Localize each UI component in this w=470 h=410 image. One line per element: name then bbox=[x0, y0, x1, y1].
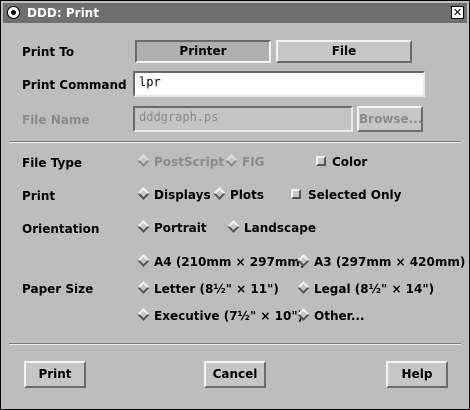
plots-radio-icon[interactable] bbox=[213, 187, 226, 200]
a4-label[interactable]: A4 (210mm × 297mm) bbox=[154, 255, 305, 269]
displays-radio-icon[interactable] bbox=[137, 187, 150, 200]
file-type-label: File Type bbox=[22, 156, 83, 170]
help-button[interactable]: Help bbox=[386, 361, 448, 388]
postscript-radio-icon[interactable] bbox=[137, 154, 150, 167]
letter-label[interactable]: Letter (8½" × 11") bbox=[154, 282, 279, 296]
orientation-label: Orientation bbox=[22, 222, 100, 236]
window-menu-icon[interactable] bbox=[7, 6, 20, 19]
print-button[interactable]: Print bbox=[24, 361, 86, 388]
landscape-radio-icon[interactable] bbox=[227, 220, 240, 233]
title-bar[interactable]: DDD: Print ✕ bbox=[3, 3, 467, 23]
printer-button[interactable]: Printer bbox=[135, 40, 271, 63]
print-to-label: Print To bbox=[22, 45, 75, 59]
postscript-label[interactable]: PostScript bbox=[154, 155, 224, 169]
browse-button[interactable]: Browse... bbox=[357, 106, 423, 132]
color-checkbox[interactable] bbox=[316, 156, 326, 166]
executive-label[interactable]: Executive (7½" × 10") bbox=[154, 309, 303, 323]
letter-radio-icon[interactable] bbox=[137, 281, 150, 294]
window-title: DDD: Print bbox=[27, 6, 99, 20]
print-label: Print bbox=[22, 189, 56, 203]
selected-only-checkbox[interactable] bbox=[291, 189, 301, 199]
separator bbox=[9, 141, 461, 143]
a3-label[interactable]: A3 (297mm × 420mm) bbox=[314, 255, 465, 269]
portrait-label[interactable]: Portrait bbox=[154, 221, 207, 235]
legal-radio-icon[interactable] bbox=[297, 281, 310, 294]
color-label[interactable]: Color bbox=[332, 155, 367, 169]
file-name-input[interactable]: dddgraph.ps bbox=[133, 106, 353, 132]
selected-only-label[interactable]: Selected Only bbox=[308, 188, 401, 202]
plots-label[interactable]: Plots bbox=[230, 188, 264, 202]
paper-size-label: Paper Size bbox=[22, 282, 94, 296]
displays-label[interactable]: Displays bbox=[154, 188, 211, 202]
fig-radio-icon[interactable] bbox=[225, 154, 238, 167]
separator-bottom bbox=[9, 343, 461, 345]
close-icon[interactable]: ✕ bbox=[451, 6, 464, 19]
print-dialog: DDD: Print ✕ Print To Printer File Print… bbox=[0, 0, 470, 410]
legal-label[interactable]: Legal (8½" × 14") bbox=[314, 282, 434, 296]
other-label[interactable]: Other... bbox=[314, 309, 365, 323]
print-command-label: Print Command bbox=[22, 78, 127, 92]
file-button[interactable]: File bbox=[276, 40, 412, 63]
portrait-radio-icon[interactable] bbox=[137, 220, 150, 233]
cancel-button[interactable]: Cancel bbox=[204, 361, 266, 388]
landscape-label[interactable]: Landscape bbox=[244, 221, 316, 235]
executive-radio-icon[interactable] bbox=[137, 308, 150, 321]
file-name-label: File Name bbox=[22, 113, 90, 127]
a4-radio-icon[interactable] bbox=[137, 254, 150, 267]
print-command-input[interactable]: lpr bbox=[133, 71, 425, 97]
fig-label[interactable]: FIG bbox=[242, 155, 265, 169]
